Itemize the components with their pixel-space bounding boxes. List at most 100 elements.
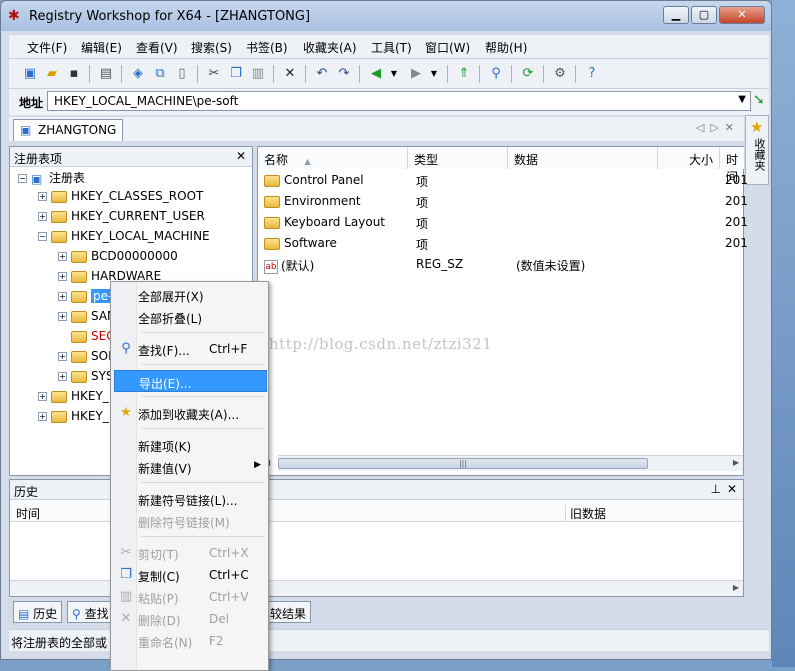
disconnect-icon[interactable]: ▯ — [173, 65, 191, 83]
tree-item[interactable]: + HKEY_CLASSES_ROOT — [38, 189, 203, 209]
menu-separator — [141, 396, 265, 397]
column-header[interactable]: 数据 — [508, 147, 658, 169]
list-row[interactable]: Environment 项 201 — [258, 192, 748, 212]
context-menu-item: ✂ 剪切(T) Ctrl+X — [114, 542, 267, 564]
paste-icon[interactable]: ▥ — [249, 65, 267, 83]
tab-controls[interactable]: ◁▷✕ — [696, 121, 740, 134]
context-menu-item[interactable]: ★ 添加到收藏夹(A)... — [114, 402, 267, 424]
tree-item[interactable]: + HKEY_CURRENT_USER — [38, 209, 205, 229]
context-menu-item[interactable]: 全部折叠(L) — [114, 306, 267, 328]
tab-zhangtong[interactable]: ▣ ZHANGTONG — [13, 119, 123, 141]
context-menu-item[interactable]: ❐ 复制(C) Ctrl+C — [114, 564, 267, 586]
menu-item-3[interactable]: 搜索(S) — [191, 39, 232, 56]
list-row[interactable]: ab (默认) REG_SZ (数值未设置) — [258, 255, 745, 275]
search-icon[interactable]: ⚲ — [487, 65, 505, 83]
pin-icon[interactable]: ⊥ — [711, 482, 721, 496]
history-panel-title: 历史 — [14, 485, 39, 499]
desktop-background — [772, 0, 795, 667]
bottom-tab-search[interactable]: ⚲ 查找 — [67, 601, 114, 623]
address-dropdown-icon[interactable]: ▼ — [738, 94, 746, 105]
delete-icon: ✕ — [120, 611, 132, 626]
redo-icon[interactable]: ↷ — [335, 65, 353, 83]
menu-item-1[interactable]: 编辑(E) — [81, 39, 122, 56]
close-icon[interactable]: ✕ — [727, 482, 737, 496]
back-icon[interactable]: ◀ — [367, 65, 385, 83]
up-level-icon[interactable]: ⇑ — [455, 65, 473, 83]
back-dropdown-icon[interactable]: ▼ — [385, 65, 403, 83]
save-icon[interactable]: ▪ — [65, 65, 83, 83]
column-header[interactable]: 名称 ▲ — [258, 147, 408, 169]
bottom-tab-history[interactable]: ▤ 历史 — [13, 601, 63, 623]
tree-item[interactable]: + SOF — [58, 349, 115, 369]
tree-item[interactable]: + SAM — [58, 309, 117, 329]
folder-icon — [264, 216, 280, 229]
menu-separator — [141, 428, 265, 429]
menu-item-6[interactable]: 工具(T) — [371, 39, 412, 56]
registry-icon[interactable]: ◈ — [129, 65, 147, 83]
favorites-side-label: 收藏夹 — [753, 138, 766, 171]
delete-icon[interactable]: ✕ — [281, 65, 299, 83]
menu-item-5[interactable]: 收藏夹(A) — [303, 39, 357, 56]
refresh-icon[interactable]: ⟳ — [519, 65, 537, 83]
folder-icon — [51, 410, 67, 423]
go-icon[interactable]: ➘ — [753, 92, 765, 108]
folder-icon — [71, 350, 87, 363]
tree-item[interactable]: + BCD00000000 — [58, 249, 178, 269]
tree-item[interactable]: + HKEY_ — [38, 409, 109, 429]
favorites-side-tab[interactable]: ★ 收藏夹 — [745, 115, 769, 185]
computer-icon[interactable]: ▣ — [21, 65, 39, 83]
list-row[interactable]: Software 项 201 — [258, 234, 748, 254]
history-column-old-data[interactable]: 旧数据 — [565, 505, 606, 522]
cut-icon[interactable]: ✂ — [205, 65, 223, 83]
watermark-text: http://blog.csdn.net/ztzi321 — [269, 335, 493, 353]
folder-icon — [71, 370, 87, 383]
history-column-time[interactable]: 时间 — [16, 505, 40, 522]
gear-icon[interactable]: ⚙ — [551, 65, 569, 83]
print-icon[interactable]: ▤ — [97, 65, 115, 83]
close-icon[interactable]: ✕ — [236, 149, 246, 163]
context-menu-item[interactable]: 新建项(K) — [114, 434, 267, 456]
title-bar[interactable]: ✱ Registry Workshop for X64 - [ZHANGTONG… — [1, 1, 771, 31]
network-icon[interactable]: ⧉ — [151, 65, 169, 83]
context-menu-item[interactable]: 全部展开(X) — [114, 284, 267, 306]
context-menu-item: 重命名(N) F2 — [138, 634, 224, 650]
maximize-button[interactable]: ▢ — [691, 6, 717, 24]
paste-icon: ▥ — [119, 589, 133, 604]
tree-item[interactable]: + SYS — [58, 369, 114, 389]
open-icon[interactable]: ▰ — [43, 65, 61, 83]
column-header[interactable]: 大小 — [658, 147, 720, 169]
menu-item-8[interactable]: 帮助(H) — [485, 39, 527, 56]
star-icon: ★ — [120, 405, 132, 420]
menu-item-4[interactable]: 书签(B) — [246, 39, 288, 56]
tree-root[interactable]: − ▣ 注册表 — [18, 169, 85, 189]
copy-icon[interactable]: ❐ — [227, 65, 245, 83]
star-icon: ★ — [750, 118, 764, 136]
menu-item-7[interactable]: 窗口(W) — [425, 39, 470, 56]
horizontal-scrollbar[interactable]: ◀ ||| ▶ — [264, 455, 743, 471]
context-menu-item[interactable]: 新建值(V) ▶ — [114, 456, 267, 478]
context-menu-item[interactable]: 导出(E)... — [114, 370, 267, 392]
forward-icon[interactable]: ▶ — [407, 65, 425, 83]
tree-item[interactable]: SEC — [58, 329, 115, 349]
tree-item[interactable]: + pe- — [58, 289, 115, 309]
tree-item[interactable]: + HKEY_ — [38, 389, 109, 409]
window-title: Registry Workshop for X64 - [ZHANGTONG] — [29, 9, 311, 24]
folder-icon — [71, 290, 87, 303]
address-input[interactable]: HKEY_LOCAL_MACHINE\pe-soft ▼ — [47, 91, 751, 111]
list-row[interactable]: Keyboard Layout 项 201 — [258, 213, 748, 233]
tree-item-label: HKEY_CURRENT_USER — [71, 209, 205, 223]
context-menu-item[interactable]: 新建符号链接(L)... — [114, 488, 267, 510]
menu-item-2[interactable]: 查看(V) — [136, 39, 178, 56]
undo-icon[interactable]: ↶ — [313, 65, 331, 83]
column-header[interactable]: 时间 — [720, 147, 745, 184]
list-row[interactable]: Control Panel 项 201 — [258, 171, 748, 191]
forward-dropdown-icon[interactable]: ▼ — [425, 65, 443, 83]
close-button[interactable]: ✕ — [719, 6, 765, 24]
computer-tab-icon: ▣ — [20, 123, 32, 137]
context-menu-item[interactable]: ⚲ 查找(F)... Ctrl+F — [114, 338, 267, 360]
menu-item-0[interactable]: 文件(F) — [27, 39, 67, 56]
help-icon[interactable]: ? — [583, 65, 601, 83]
column-header[interactable]: 类型 — [408, 147, 508, 169]
tree-item[interactable]: − HKEY_LOCAL_MACHINE — [38, 229, 210, 249]
minimize-button[interactable]: ▁ — [663, 6, 689, 24]
